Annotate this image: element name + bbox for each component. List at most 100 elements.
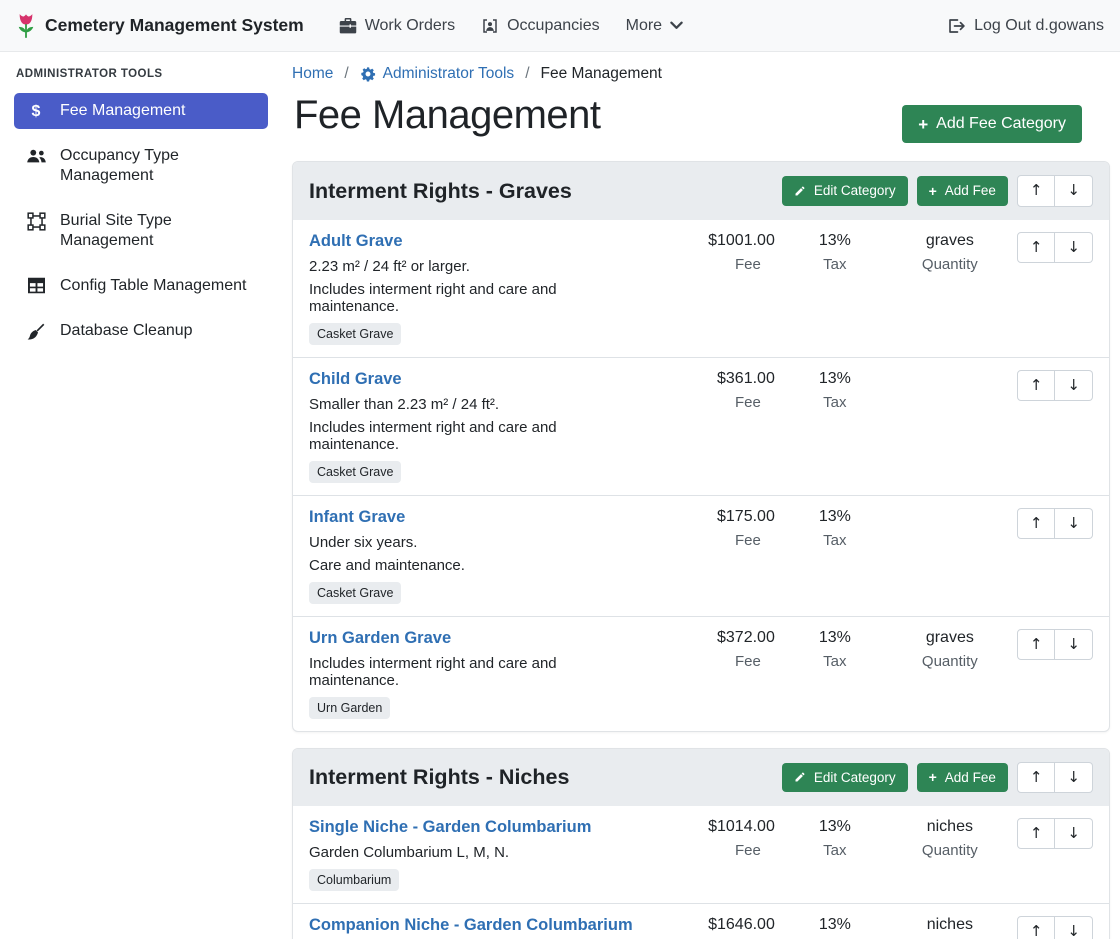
move-fee-down-button[interactable]: ↓: [1055, 916, 1093, 939]
fee-amount-column: $1001.00 Fee: [655, 232, 775, 273]
move-fee-up-button[interactable]: ↑: [1017, 818, 1056, 849]
fee-description: Includes interment right and care and ma…: [309, 655, 643, 689]
fee-quantity-column: niches Quantity: [895, 916, 1005, 939]
breadcrumb-separator: /: [525, 65, 529, 83]
plus-icon: +: [929, 185, 937, 198]
move-fee-up-button[interactable]: ↑: [1017, 232, 1056, 263]
fee-tax-column: 13% Tax: [775, 818, 895, 859]
vector-square-icon: [24, 212, 48, 231]
toolbox-icon: [339, 17, 357, 34]
sidebar-item-label: Burial Site Type Management: [60, 211, 258, 251]
fee-amount-label: Fee: [655, 532, 775, 549]
fee-type-badge: Casket Grave: [309, 323, 401, 345]
edit-category-button[interactable]: Edit Category: [782, 763, 908, 793]
fee-amount: $361.00: [655, 370, 775, 388]
breadcrumb: Home / Administrator Tools / Fee Managem…: [292, 65, 1110, 83]
fee-quantity-label: Quantity: [895, 653, 1005, 670]
breadcrumb-admin-tools-link[interactable]: Administrator Tools: [360, 65, 515, 83]
fee-amount: $372.00: [655, 629, 775, 647]
sign-out-icon: [947, 18, 965, 34]
move-fee-down-button[interactable]: ↓: [1055, 370, 1093, 401]
plus-icon: +: [929, 771, 937, 784]
breadcrumb-admin-tools-label: Administrator Tools: [383, 65, 515, 83]
top-navbar: Cemetery Management System Work Orders O…: [0, 0, 1120, 52]
fee-description: 2.23 m² / 24 ft² or larger. Includes inte…: [309, 258, 643, 315]
fee-quantity-column: [895, 370, 1005, 376]
chevron-down-icon: [670, 21, 683, 30]
fee-tax-label: Tax: [775, 394, 895, 411]
fee-row: Infant Grave Under six years.Care and ma…: [293, 495, 1109, 616]
broom-icon: [24, 322, 48, 342]
fee-amount-column: $1646.00 Fee: [655, 916, 775, 939]
fee-description-line: 2.23 m² / 24 ft² or larger.: [309, 258, 643, 275]
breadcrumb-separator: /: [344, 65, 348, 83]
add-fee-button[interactable]: + Add Fee: [917, 176, 1008, 206]
nav-occupancies[interactable]: Occupancies: [468, 9, 613, 43]
add-fee-category-button[interactable]: + Add Fee Category: [902, 105, 1082, 143]
pencil-icon: [794, 771, 806, 783]
fee-quantity: graves: [895, 232, 1005, 250]
sidebar-item-database-cleanup[interactable]: Database Cleanup: [14, 313, 268, 350]
move-fee-down-button[interactable]: ↓: [1055, 232, 1093, 263]
sidebar-item-burial-site-type-management[interactable]: Burial Site Type Management: [14, 203, 268, 259]
fee-quantity: niches: [895, 916, 1005, 934]
add-fee-category-label: Add Fee Category: [936, 115, 1066, 133]
fee-description-line: Garden Columbarium L, M, N.: [309, 844, 643, 861]
fee-quantity-label: Quantity: [895, 256, 1005, 273]
move-category-down-button[interactable]: ↓: [1055, 175, 1093, 206]
category-reorder-controls: ↑ ↓: [1017, 762, 1093, 793]
sidebar-item-config-table-management[interactable]: Config Table Management: [14, 268, 268, 304]
fee-reorder-controls: ↑ ↓: [1017, 232, 1093, 263]
nav-work-orders[interactable]: Work Orders: [326, 9, 468, 43]
fee-name-link[interactable]: Adult Grave: [309, 232, 403, 251]
users-icon: [24, 147, 48, 164]
fee-description: Garden Columbarium L, M, N.: [309, 844, 643, 861]
move-fee-up-button[interactable]: ↑: [1017, 370, 1056, 401]
fee-name-link[interactable]: Companion Niche - Garden Columbarium: [309, 916, 633, 935]
fee-tax-label: Tax: [775, 842, 895, 859]
fee-amount-label: Fee: [655, 256, 775, 273]
move-fee-up-button[interactable]: ↑: [1017, 916, 1056, 939]
move-category-up-button[interactable]: ↑: [1017, 175, 1056, 206]
fee-name-link[interactable]: Infant Grave: [309, 508, 405, 527]
fee-reorder-controls: ↑ ↓: [1017, 916, 1093, 939]
fee-name-link[interactable]: Child Grave: [309, 370, 402, 389]
fee-quantity-label: Quantity: [895, 842, 1005, 859]
move-fee-up-button[interactable]: ↑: [1017, 508, 1056, 539]
sidebar-item-occupancy-type-management[interactable]: Occupancy Type Management: [14, 138, 268, 194]
fee-description-line: Includes interment right and care and ma…: [309, 281, 643, 315]
move-category-down-button[interactable]: ↓: [1055, 762, 1093, 793]
fee-type-badge: Casket Grave: [309, 582, 401, 604]
plus-icon: +: [918, 117, 928, 132]
sidebar-item-fee-management[interactable]: $ Fee Management: [14, 93, 268, 129]
fee-info: Single Niche - Garden Columbarium Garden…: [309, 818, 655, 891]
nav-occupancies-label: Occupancies: [507, 17, 600, 35]
move-fee-down-button[interactable]: ↓: [1055, 818, 1093, 849]
move-fee-down-button[interactable]: ↓: [1055, 508, 1093, 539]
nav-more[interactable]: More: [613, 9, 696, 43]
edit-category-button[interactable]: Edit Category: [782, 176, 908, 206]
fee-description: Smaller than 2.23 m² / 24 ft².Includes i…: [309, 396, 643, 453]
fee-tax-column: 13% Tax: [775, 370, 895, 411]
breadcrumb-home-link[interactable]: Home: [292, 65, 333, 83]
move-fee-up-button[interactable]: ↑: [1017, 629, 1056, 660]
fee-name-link[interactable]: Urn Garden Grave: [309, 629, 451, 648]
fee-row: Child Grave Smaller than 2.23 m² / 24 ft…: [293, 357, 1109, 495]
logout-link[interactable]: Log Out d.gowans: [947, 17, 1104, 35]
tulip-logo-icon: [16, 12, 36, 40]
sidebar-item-label: Config Table Management: [60, 276, 247, 296]
fee-reorder-controls: ↑ ↓: [1017, 370, 1093, 401]
fee-category-card: Interment Rights - Niches Edit Category …: [292, 748, 1110, 939]
app-brand: Cemetery Management System: [16, 12, 304, 40]
fee-reorder-controls: ↑ ↓: [1017, 818, 1093, 849]
sidebar-item-label: Fee Management: [60, 101, 185, 121]
gear-icon: [360, 66, 376, 82]
edit-category-label: Edit Category: [814, 183, 896, 199]
move-category-up-button[interactable]: ↑: [1017, 762, 1056, 793]
category-reorder-controls: ↑ ↓: [1017, 175, 1093, 206]
fee-name-link[interactable]: Single Niche - Garden Columbarium: [309, 818, 591, 837]
fee-info: Companion Niche - Garden Columbarium Gar…: [309, 916, 655, 939]
fee-quantity-column: niches Quantity: [895, 818, 1005, 859]
move-fee-down-button[interactable]: ↓: [1055, 629, 1093, 660]
add-fee-button[interactable]: + Add Fee: [917, 763, 1008, 793]
